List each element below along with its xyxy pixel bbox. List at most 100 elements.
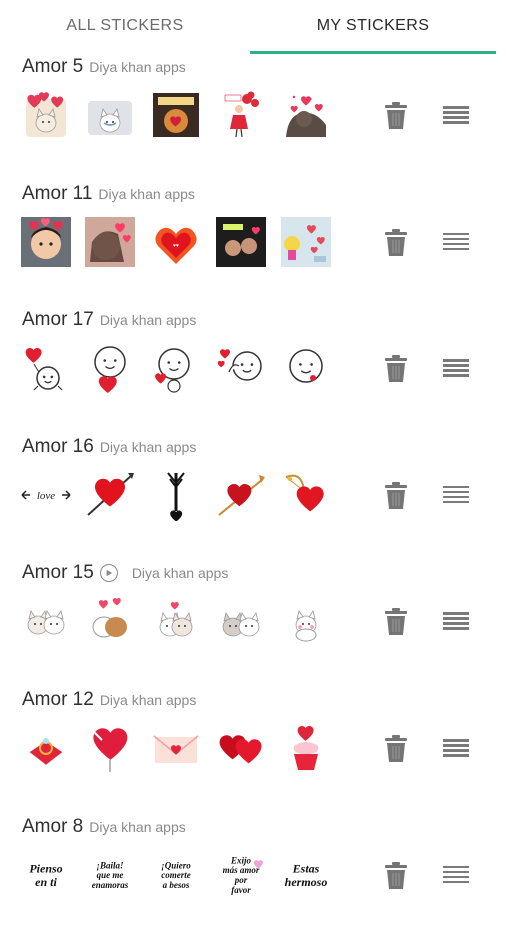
pack-name: Amor 12 xyxy=(22,689,94,710)
sticker-bears-with-hearts[interactable] xyxy=(84,595,136,647)
sticker-heart-with-arrow[interactable] xyxy=(84,469,136,521)
sticker-white-cat-crying[interactable] xyxy=(84,89,136,141)
svg-text:a besos: a besos xyxy=(163,880,190,890)
sticker-two-cats-together[interactable] xyxy=(215,595,267,647)
sticker-heart-cupcake[interactable] xyxy=(280,722,332,774)
svg-text:♥♥: ♥♥ xyxy=(173,243,179,249)
trash-icon[interactable] xyxy=(383,608,409,636)
pack-name: Amor 8 xyxy=(22,815,84,837)
sticker-flaming-heart-text[interactable]: ♥♥ xyxy=(150,216,202,268)
drag-handle-bar xyxy=(443,754,469,757)
drag-handle-bar xyxy=(443,617,469,620)
pack-author: Diya khan apps xyxy=(89,59,186,75)
sticker-couple-photo-hearts[interactable] xyxy=(215,216,267,268)
trash-icon[interactable] xyxy=(383,481,409,510)
drag-handle-bar xyxy=(443,865,469,869)
tab-my-stickers[interactable]: MY STICKERS xyxy=(250,0,496,52)
sticker-bear-with-heart-rain[interactable] xyxy=(280,89,332,141)
sticker-heart-with-cupid-bow[interactable] xyxy=(280,469,332,521)
sticker-red-heart-arrow[interactable] xyxy=(215,469,267,521)
drag-handle-bar xyxy=(443,242,469,246)
drag-handle-icon[interactable] xyxy=(443,864,471,886)
sticker-cute-face-heart-balloon[interactable] xyxy=(20,342,72,394)
svg-text:por: por xyxy=(234,875,248,885)
sticker-cute-face-waving-hearts[interactable] xyxy=(215,342,267,394)
pack-author: Diya khan apps xyxy=(99,312,197,329)
drag-handle-bar xyxy=(443,374,469,377)
drag-handle-icon[interactable] xyxy=(443,610,471,632)
sticker-cute-face-smiling[interactable] xyxy=(280,342,332,394)
sticker-white-cat-happy[interactable] xyxy=(280,595,332,647)
sticker-quiero-comerte-a-besos-text[interactable]: ¡Quiero comerte a besos xyxy=(150,849,202,901)
sticker-girl-with-red-balloons[interactable] xyxy=(215,89,267,141)
pack-author: Diya khan apps xyxy=(99,692,197,708)
tab-selected-indicator xyxy=(250,51,496,54)
sticker-estas-hermoso-text[interactable]: Estas hermoso xyxy=(280,849,332,901)
sticker-pack-row[interactable]: Amor 8 Diya khan apps Pienso en ti ¡Baila! qu… xyxy=(0,815,506,941)
drag-handle-bar xyxy=(443,485,469,489)
drag-handle-icon[interactable] xyxy=(443,484,471,506)
pack-author: Diya khan apps xyxy=(131,565,229,582)
drag-handle-icon[interactable] xyxy=(443,231,471,253)
sticker-love-arrow-lettering[interactable]: love xyxy=(20,469,72,521)
sticker-cats-cuddling[interactable] xyxy=(150,595,202,647)
play-circle-icon xyxy=(99,564,118,583)
svg-text:comerte: comerte xyxy=(161,870,191,880)
sticker-pack-row[interactable]: Amor 12 Diya khan apps xyxy=(0,688,506,814)
drag-handle-bar xyxy=(443,875,469,879)
sticker-exijo-mas-amor-por-favor-text[interactable]: Exijo más amor por favor xyxy=(215,849,267,901)
sticker-pack-row[interactable]: Amor 5 Diya khan apps xyxy=(0,55,506,181)
sticker-black-arrow-with-heart[interactable] xyxy=(150,469,202,521)
drag-handle-bar xyxy=(443,490,469,494)
sticker-bailal-que-me-enamoras-text[interactable]: ¡Baila! que me enamoras xyxy=(84,849,136,901)
pack-author: Diya khan apps xyxy=(98,185,195,202)
drag-handle-bar xyxy=(443,232,469,236)
svg-text:¡Baila!: ¡Baila! xyxy=(96,860,123,870)
sticker-ring-box[interactable] xyxy=(20,722,72,774)
drag-handle-bar xyxy=(443,500,469,504)
trash-icon[interactable] xyxy=(383,355,409,383)
trash-icon[interactable] xyxy=(383,861,409,890)
drag-handle-icon[interactable] xyxy=(443,104,471,126)
drag-handle-bar xyxy=(443,880,469,884)
drag-handle-bar xyxy=(443,744,469,747)
sticker-pack-row[interactable]: Amor 16 Diya khan apps love xyxy=(0,435,506,561)
trash-icon[interactable] xyxy=(383,102,409,130)
pack-title: Amor 5 Diya khan apps xyxy=(22,55,186,79)
sticker-girl-with-flower-crown[interactable] xyxy=(20,216,72,268)
drag-handle-bar xyxy=(443,749,469,752)
sticker-loving-tiger-cartoon[interactable] xyxy=(150,89,202,141)
sticker-girl-with-hearts[interactable] xyxy=(84,216,136,268)
drag-handle-bar xyxy=(443,111,469,114)
sticker-cartoon-with-pink-hearts[interactable] xyxy=(280,216,332,268)
tab-all-stickers[interactable]: ALL STICKERS xyxy=(0,0,250,52)
drag-handle-bar xyxy=(443,121,469,124)
sticker-love-letter-envelope[interactable] xyxy=(150,722,202,774)
pack-title: Amor 17 Diya khan apps xyxy=(22,308,196,332)
trash-icon[interactable] xyxy=(383,228,409,257)
sticker-pack-row[interactable]: Amor 11 Diya khan apps ♥♥ xyxy=(0,182,506,308)
drag-handle-icon[interactable] xyxy=(443,357,471,379)
sticker-pack-row[interactable]: Amor 17 Diya khan apps xyxy=(0,308,506,434)
sticker-heart-balloon[interactable] xyxy=(84,722,136,774)
svg-text:Exijo: Exijo xyxy=(230,855,252,865)
trash-icon[interactable] xyxy=(383,735,409,763)
sticker-cute-face-kissing[interactable] xyxy=(150,342,202,394)
pack-name: Amor 11 xyxy=(22,182,93,204)
svg-text:love: love xyxy=(37,490,55,502)
svg-text:enamoras: enamoras xyxy=(92,880,129,890)
sticker-two-red-hearts[interactable] xyxy=(215,722,267,774)
sticker-pack-row[interactable]: Amor 15 Diya khan apps xyxy=(0,561,506,687)
drag-handle-bar xyxy=(443,237,469,241)
drag-handle-bar xyxy=(443,739,469,742)
sticker-cat-with-hearts[interactable] xyxy=(20,89,72,141)
sticker-cute-face-holding-heart[interactable] xyxy=(84,342,136,394)
drag-handle-icon[interactable] xyxy=(443,737,471,759)
sticker-hugging-cats[interactable] xyxy=(20,595,72,647)
svg-text:en ti: en ti xyxy=(35,874,57,888)
drag-handle-bar xyxy=(443,106,469,109)
sticker-pienso-en-ti-text[interactable]: Pienso en ti xyxy=(20,849,72,901)
svg-text:Estas: Estas xyxy=(292,861,320,875)
drag-handle-bar xyxy=(443,359,469,362)
svg-text:más amor: más amor xyxy=(223,865,260,875)
